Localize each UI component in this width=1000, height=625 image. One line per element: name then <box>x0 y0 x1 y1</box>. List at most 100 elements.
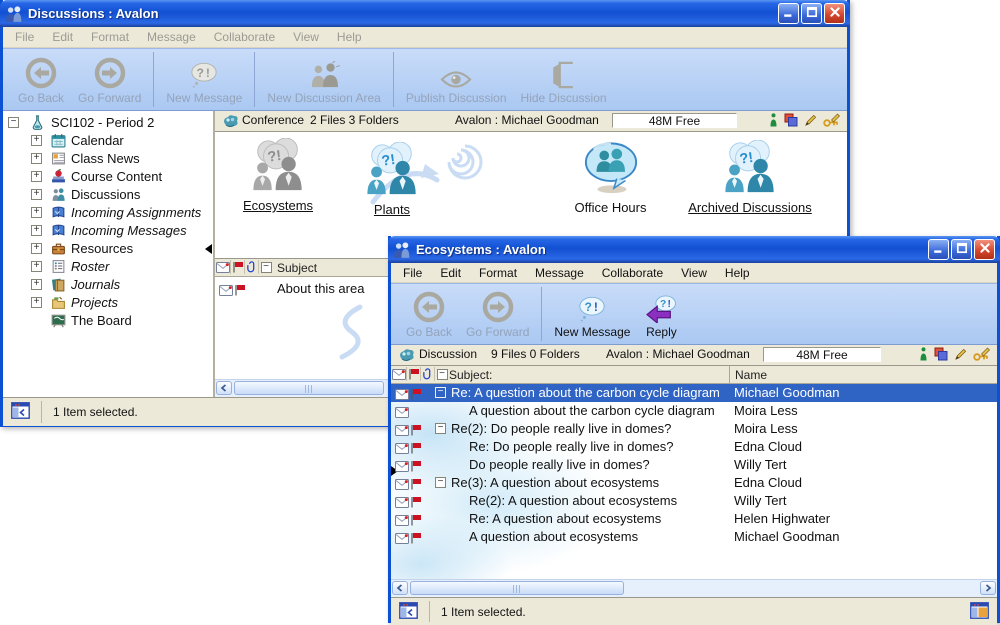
menu-edit[interactable]: Edit <box>43 28 82 46</box>
conference-plants[interactable]: ?! Plants <box>337 142 447 217</box>
expand-icon[interactable] <box>31 297 42 308</box>
close-button[interactable] <box>824 3 845 24</box>
close-button[interactable] <box>974 239 995 260</box>
tree-item-the-board[interactable]: The Board <box>3 312 213 330</box>
message-row[interactable]: Re: A question about ecosystems Helen Hi… <box>391 510 997 528</box>
expand-icon[interactable] <box>31 279 42 290</box>
pane-toggle-right-icon[interactable] <box>970 602 989 619</box>
account-label: Avalon : Michael Goodman <box>455 111 599 130</box>
free-space-indicator: 48M Free <box>612 113 737 128</box>
expand-icon[interactable] <box>31 171 42 182</box>
subject-header-label[interactable]: Subject <box>277 260 317 276</box>
tree-item-projects[interactable]: Projects <box>3 294 213 312</box>
tree-item-incoming-assignments[interactable]: Incoming Assignments <box>3 204 213 222</box>
new-message-button[interactable]: ?! New Message <box>159 49 249 110</box>
maximize-button[interactable] <box>801 3 822 24</box>
message-row[interactable]: Re(3): A question about ecosystems Edna … <box>391 474 997 492</box>
scroll-left-button[interactable] <box>392 581 408 595</box>
pane-toggle-icon[interactable] <box>11 402 30 419</box>
people-group-icon <box>51 187 66 202</box>
flag-icon <box>410 477 422 489</box>
conference-archived-discussions[interactable]: ?! Archived Discussions <box>670 140 830 215</box>
scrollbar-thumb[interactable] <box>410 581 624 595</box>
tree-item-journals[interactable]: Journals <box>3 276 213 294</box>
collapse-icon[interactable] <box>435 477 446 488</box>
go-forward-button[interactable]: Go Forward <box>71 49 148 110</box>
collapse-icon[interactable] <box>435 387 446 398</box>
minimize-button[interactable] <box>778 3 799 24</box>
list-column-header: Subject: Name <box>391 366 997 384</box>
tree-item-incoming-messages[interactable]: Incoming Messages <box>3 222 213 240</box>
tree-item-discussions[interactable]: Discussions <box>3 186 213 204</box>
tree-item-calendar[interactable]: Calendar <box>3 132 213 150</box>
expand-icon[interactable] <box>31 153 42 164</box>
tree-item-resources[interactable]: Resources <box>3 240 213 258</box>
message-row[interactable]: A question about the carbon cycle diagra… <box>391 402 997 420</box>
collapse-icon[interactable] <box>437 369 448 380</box>
message-row[interactable]: Do people really live in domes? Willy Te… <box>391 456 997 474</box>
message-row[interactable]: A question about ecosystems Michael Good… <box>391 528 997 546</box>
menu-message[interactable]: Message <box>138 28 205 46</box>
message-row[interactable]: Re: Do people really live in domes? Edna… <box>391 438 997 456</box>
expand-icon[interactable] <box>31 135 42 146</box>
menu-collaborate[interactable]: Collaborate <box>593 264 672 282</box>
menu-collaborate[interactable]: Collaborate <box>205 28 284 46</box>
titlebar-ecosystems[interactable]: Ecosystems : Avalon <box>388 236 1000 263</box>
maximize-button[interactable] <box>951 239 972 260</box>
titlebar-discussions[interactable]: Discussions : Avalon <box>0 0 850 27</box>
menu-file[interactable]: File <box>394 264 431 282</box>
tree-item-course-content[interactable]: Course Content <box>3 168 213 186</box>
file-folder-counts: 9 Files 0 Folders <box>491 345 580 364</box>
message-row[interactable]: Re(2): A question about ecosystems Willy… <box>391 492 997 510</box>
menu-edit[interactable]: Edit <box>431 264 470 282</box>
name-column-label[interactable]: Name <box>735 367 767 383</box>
scroll-left-button[interactable] <box>216 381 232 395</box>
splitter-collapse-arrow[interactable] <box>205 244 212 254</box>
discussion-infobar: Discussion 9 Files 0 Folders Avalon : Mi… <box>391 345 997 366</box>
minimize-button[interactable] <box>928 239 949 260</box>
tree-item-sci102[interactable]: SCI102 - Period 2 <box>3 114 213 132</box>
menu-help[interactable]: Help <box>328 28 371 46</box>
go-back-button[interactable]: Go Back <box>11 49 71 110</box>
discussion-group-icon: ?! <box>719 140 781 196</box>
scroll-right-button[interactable] <box>980 581 996 595</box>
expand-icon[interactable] <box>31 225 42 236</box>
menu-format[interactable]: Format <box>470 264 526 282</box>
message-row[interactable]: Re(2): Do people really live in domes? M… <box>391 420 997 438</box>
collapse-icon[interactable] <box>8 117 19 128</box>
conference-ecosystems[interactable]: ?! Ecosystems <box>223 138 333 213</box>
collapse-icon[interactable] <box>261 262 272 273</box>
collapse-icon[interactable] <box>435 423 446 434</box>
menu-view[interactable]: View <box>672 264 716 282</box>
expand-icon[interactable] <box>31 189 42 200</box>
subject-column-label[interactable]: Subject: <box>449 367 492 383</box>
collapse-all-cell[interactable] <box>259 260 273 274</box>
tree-item-class-news[interactable]: Class News <box>3 150 213 168</box>
menu-view[interactable]: View <box>284 28 328 46</box>
expand-icon[interactable] <box>31 243 42 254</box>
publish-discussion-button[interactable]: Publish Discussion <box>399 49 514 110</box>
scroll-left-icon <box>396 581 404 595</box>
reply-button[interactable]: ?! Reply <box>637 284 685 344</box>
flag-icon <box>410 441 422 453</box>
close-icon <box>979 242 991 257</box>
menu-message[interactable]: Message <box>526 264 593 282</box>
expand-icon[interactable] <box>31 207 42 218</box>
menu-format[interactable]: Format <box>82 28 138 46</box>
new-message-button[interactable]: ?! New Message <box>547 284 637 344</box>
tree-item-roster[interactable]: Roster <box>3 258 213 276</box>
chalkboard-icon <box>51 313 66 328</box>
menu-help[interactable]: Help <box>716 264 759 282</box>
scrollbar-thumb[interactable] <box>234 381 384 395</box>
pane-toggle-icon[interactable] <box>399 602 418 619</box>
column-divider[interactable] <box>729 366 730 383</box>
conference-office-hours[interactable]: Office Hours <box>553 140 668 215</box>
hide-discussion-button[interactable]: Hide Discussion <box>514 49 614 110</box>
menu-file[interactable]: File <box>6 28 43 46</box>
message-row[interactable]: Re: A question about the carbon cycle di… <box>391 384 997 402</box>
collapse-all-cell[interactable] <box>435 367 449 381</box>
expand-icon[interactable] <box>31 261 42 272</box>
go-forward-button[interactable]: Go Forward <box>459 284 536 344</box>
new-discussion-area-button[interactable]: New Discussion Area <box>260 49 387 110</box>
go-back-button[interactable]: Go Back <box>399 284 459 344</box>
